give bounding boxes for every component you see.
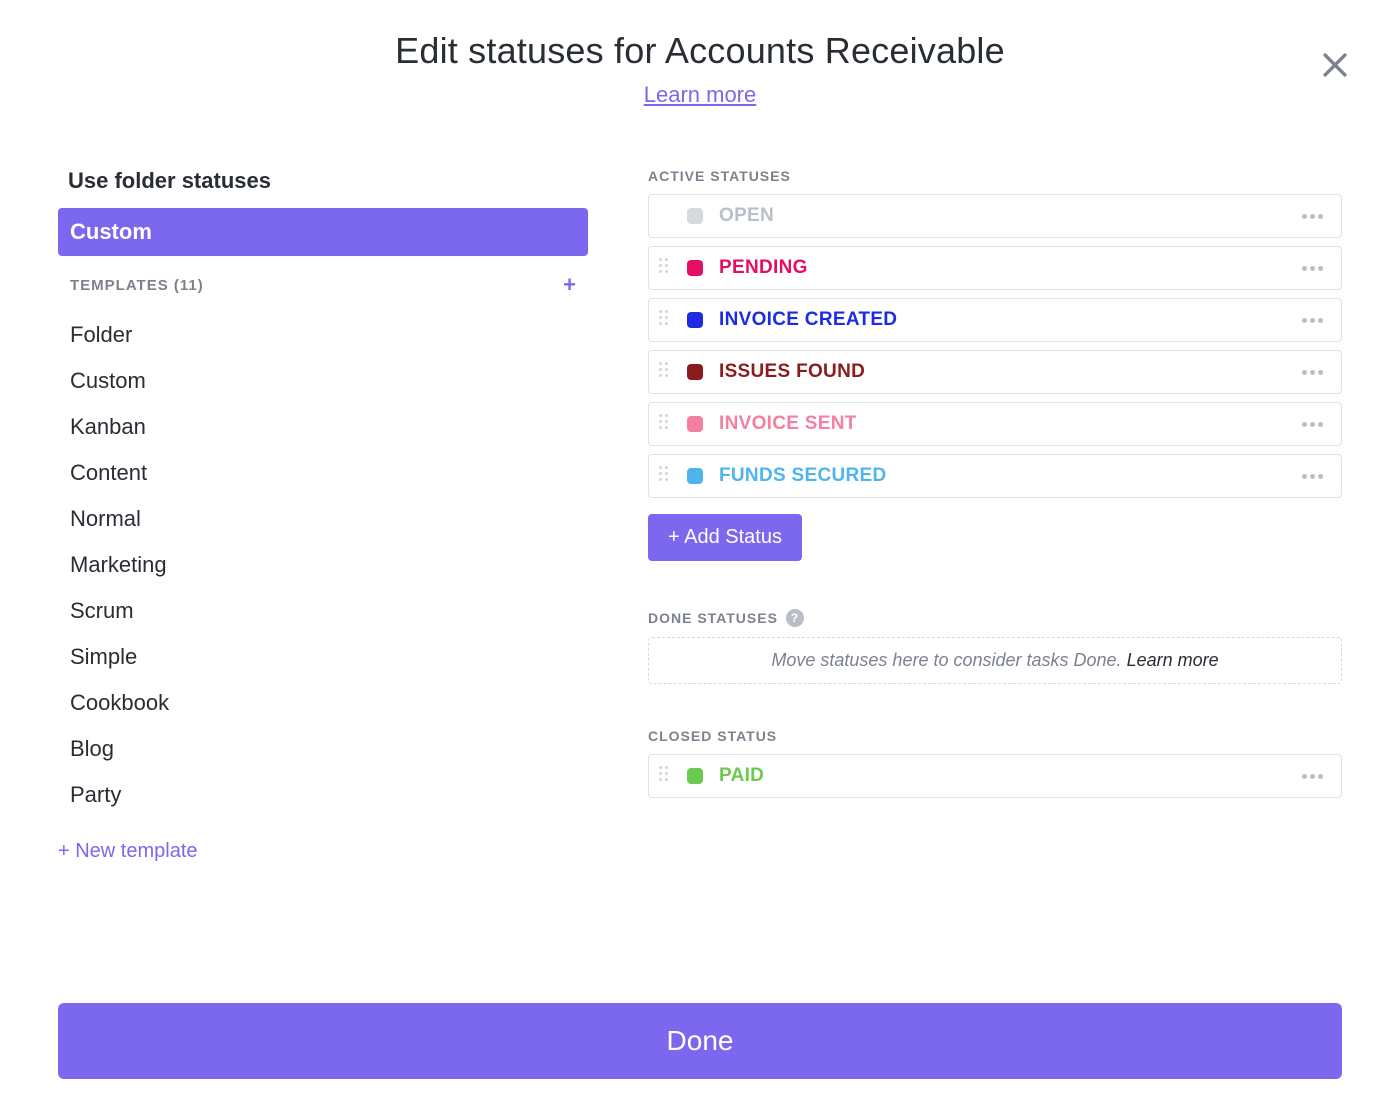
- template-item[interactable]: Kanban: [58, 404, 588, 450]
- drag-handle-icon[interactable]: [659, 258, 673, 278]
- new-template-link[interactable]: + New template: [58, 840, 588, 863]
- status-color-swatch[interactable]: [687, 364, 703, 380]
- more-icon[interactable]: [1298, 418, 1327, 431]
- template-item[interactable]: Scrum: [58, 588, 588, 634]
- status-row[interactable]: FUNDS SECURED: [648, 454, 1342, 498]
- template-item[interactable]: Simple: [58, 634, 588, 680]
- drag-handle-icon[interactable]: [659, 310, 673, 330]
- active-statuses-heading: ACTIVE STATUSES: [648, 168, 1342, 184]
- more-icon[interactable]: [1298, 210, 1327, 223]
- status-row[interactable]: INVOICE CREATED: [648, 298, 1342, 342]
- more-icon[interactable]: [1298, 470, 1327, 483]
- status-name-label: PAID: [719, 765, 1298, 787]
- template-item[interactable]: Folder: [58, 312, 588, 358]
- status-row[interactable]: INVOICE SENT: [648, 402, 1342, 446]
- status-row[interactable]: OPEN: [648, 194, 1342, 238]
- templates-heading: TEMPLATES (11): [70, 277, 204, 294]
- use-folder-statuses-heading[interactable]: Use folder statuses: [58, 168, 588, 208]
- status-color-swatch[interactable]: [687, 468, 703, 484]
- template-item[interactable]: Content: [58, 450, 588, 496]
- custom-status-option[interactable]: Custom: [58, 208, 588, 256]
- template-item[interactable]: Cookbook: [58, 680, 588, 726]
- more-icon[interactable]: [1298, 770, 1327, 783]
- done-statuses-heading: DONE STATUSES: [648, 610, 778, 626]
- more-icon[interactable]: [1298, 314, 1327, 327]
- done-learn-more-link[interactable]: Learn more: [1127, 650, 1219, 670]
- template-item[interactable]: Party: [58, 772, 588, 818]
- template-item[interactable]: Custom: [58, 358, 588, 404]
- template-item[interactable]: Blog: [58, 726, 588, 772]
- closed-status-heading: CLOSED STATUS: [648, 728, 1342, 744]
- status-name-label: FUNDS SECURED: [719, 465, 1298, 487]
- done-drop-zone[interactable]: Move statuses here to consider tasks Don…: [648, 637, 1342, 684]
- drag-handle-icon[interactable]: [659, 766, 673, 786]
- status-name-label: INVOICE CREATED: [719, 309, 1298, 331]
- template-item[interactable]: Normal: [58, 496, 588, 542]
- status-name-label: PENDING: [719, 257, 1298, 279]
- status-color-swatch[interactable]: [687, 312, 703, 328]
- done-button[interactable]: Done: [58, 1003, 1342, 1079]
- done-hint-text: Move statuses here to consider tasks Don…: [771, 650, 1126, 670]
- close-icon[interactable]: [1318, 48, 1352, 82]
- drag-handle-icon[interactable]: [659, 362, 673, 382]
- add-template-icon[interactable]: +: [563, 274, 576, 296]
- status-row[interactable]: PENDING: [648, 246, 1342, 290]
- status-row[interactable]: ISSUES FOUND: [648, 350, 1342, 394]
- status-color-swatch[interactable]: [687, 260, 703, 276]
- more-icon[interactable]: [1298, 366, 1327, 379]
- status-row[interactable]: PAID: [648, 754, 1342, 798]
- status-color-swatch[interactable]: [687, 416, 703, 432]
- status-color-swatch[interactable]: [687, 208, 703, 224]
- drag-handle-icon[interactable]: [659, 414, 673, 434]
- help-icon[interactable]: ?: [786, 609, 804, 627]
- status-color-swatch[interactable]: [687, 768, 703, 784]
- status-name-label: INVOICE SENT: [719, 413, 1298, 435]
- drag-handle-icon[interactable]: [659, 466, 673, 486]
- status-name-label: ISSUES FOUND: [719, 361, 1298, 383]
- dialog-title: Edit statuses for Accounts Receivable: [58, 30, 1342, 72]
- add-status-button[interactable]: + Add Status: [648, 514, 802, 561]
- template-item[interactable]: Marketing: [58, 542, 588, 588]
- learn-more-link[interactable]: Learn more: [644, 82, 757, 108]
- status-name-label: OPEN: [719, 205, 1298, 227]
- more-icon[interactable]: [1298, 262, 1327, 275]
